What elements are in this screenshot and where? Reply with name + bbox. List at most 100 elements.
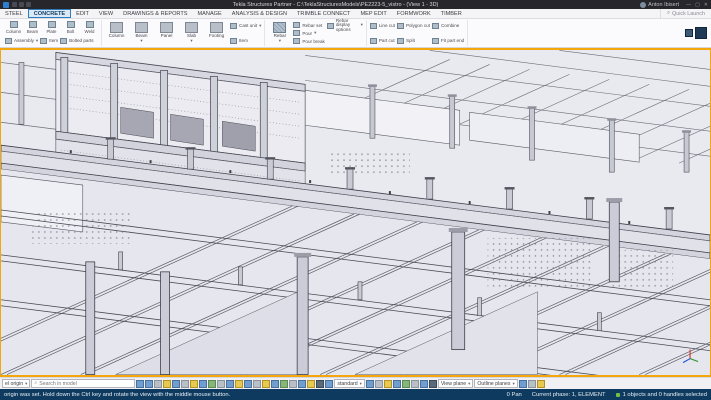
tab-formwork[interactable]: FORMWORK: [392, 9, 436, 18]
button-label: Item: [239, 38, 248, 43]
snap-any-icon[interactable]: [253, 380, 261, 388]
user-account[interactable]: Anton Ibisert: [640, 2, 679, 8]
select-components-icon[interactable]: [145, 380, 153, 388]
model-3d-view[interactable]: [1, 50, 710, 375]
snap-depth-icon[interactable]: [375, 380, 383, 388]
concrete-item-button[interactable]: Item: [230, 36, 261, 45]
ortho-toggle-icon[interactable]: [307, 380, 315, 388]
tab-timber[interactable]: TIMBER: [436, 9, 467, 18]
view-plane-combo[interactable]: View plane▾: [438, 379, 474, 388]
rebar-set-button[interactable]: Rebar set: [293, 21, 324, 29]
snap-settings-combo[interactable]: standard▾: [334, 379, 364, 388]
applications-components-icon[interactable]: [695, 27, 707, 39]
work-plane-icon[interactable]: [528, 380, 536, 388]
panel-icon: [160, 22, 173, 33]
select-welds-icon[interactable]: [190, 380, 198, 388]
tab-steel[interactable]: STEEL: [0, 9, 28, 18]
rebar-button[interactable]: Rebar▾: [268, 21, 291, 45]
combine-button[interactable]: Combine: [432, 21, 464, 30]
chevron-down-icon: ▾: [513, 381, 515, 387]
quick-launch[interactable]: ⌕ Quick Launch: [660, 9, 711, 18]
snap-endpoint-icon[interactable]: [262, 380, 270, 388]
pour-button[interactable]: Pour▾: [293, 29, 324, 37]
minimize-icon[interactable]: —: [686, 2, 691, 8]
select-all-icon[interactable]: [136, 380, 144, 388]
free-snap-icon[interactable]: [325, 380, 333, 388]
assembly-button[interactable]: Assembly▾: [5, 36, 38, 45]
search-input[interactable]: [39, 381, 127, 387]
bolted-parts-button[interactable]: Bolted parts: [60, 36, 94, 45]
select-grids-icon[interactable]: [181, 380, 189, 388]
direct-modification-icon[interactable]: [420, 380, 428, 388]
button-label: Pour break: [302, 39, 324, 44]
concrete-column-button[interactable]: Column: [105, 21, 128, 45]
wall-post: [19, 62, 24, 124]
smart-select-icon[interactable]: [411, 380, 419, 388]
model-search[interactable]: ⌕: [31, 379, 135, 388]
cast-unit-button[interactable]: Cast unit▾: [230, 21, 261, 30]
close-icon[interactable]: ✕: [704, 2, 708, 8]
snap-nearest-icon[interactable]: [244, 380, 252, 388]
model-viewport[interactable]: [0, 48, 711, 377]
current-phase: Current phase: 1, ELEMENT: [532, 392, 606, 398]
select-points-icon[interactable]: [172, 380, 180, 388]
save-icon[interactable]: [12, 2, 17, 7]
concrete-beam-button[interactable]: Beam▾: [130, 21, 153, 45]
snap-midpoint-icon[interactable]: [271, 380, 279, 388]
chevron-down-icon: ▾: [468, 381, 470, 387]
xsnap-icon[interactable]: [384, 380, 392, 388]
item-button[interactable]: Item: [40, 36, 58, 45]
tab-edit[interactable]: EDIT: [71, 9, 94, 18]
tab-view[interactable]: VIEW: [94, 9, 118, 18]
outline-planes-combo[interactable]: Outline planes▾: [474, 379, 517, 388]
combo-value: el origin: [5, 381, 23, 387]
flight-mode-icon[interactable]: [519, 380, 527, 388]
select-parts-icon[interactable]: [154, 380, 162, 388]
rebar-display-options-button[interactable]: Rebar display options▾: [327, 21, 363, 30]
tab-concrete[interactable]: CONCRETE: [28, 9, 71, 18]
tab-analysis-design[interactable]: ANALYSIS & DESIGN: [227, 9, 292, 18]
select-views-icon[interactable]: [217, 380, 225, 388]
snap-reference-icon[interactable]: [226, 380, 234, 388]
part-cut-button[interactable]: Part cut: [370, 36, 395, 45]
footing-button[interactable]: Footing: [205, 21, 228, 45]
pour-view-icon[interactable]: [429, 380, 437, 388]
bolted-parts-icon: [60, 38, 67, 44]
snap-toolbar: el origin▾ ⌕ standard▾: [0, 377, 711, 389]
select-bolts-icon[interactable]: [199, 380, 207, 388]
polygon-cut-button[interactable]: Polygon cut: [397, 21, 430, 30]
steel-column-button[interactable]: Column: [5, 21, 22, 34]
grid-snap-icon[interactable]: [316, 380, 324, 388]
weld-button[interactable]: Weld: [81, 21, 98, 34]
side-pane-icon[interactable]: [685, 29, 693, 37]
pour-break-button[interactable]: Pour break: [293, 37, 324, 45]
bolt-button[interactable]: Bolt: [62, 21, 79, 34]
snap-override-icon[interactable]: [366, 380, 374, 388]
undo-icon[interactable]: [19, 2, 24, 7]
line-cut-button[interactable]: Line cut: [370, 21, 395, 30]
button-label: Weld: [85, 29, 95, 34]
tab-mep-edit[interactable]: MEP EDIT: [355, 9, 391, 18]
drag-drop-icon[interactable]: [402, 380, 410, 388]
select-rebar-icon[interactable]: [208, 380, 216, 388]
snap-geometry-icon[interactable]: [235, 380, 243, 388]
slab-button[interactable]: Slab▾: [180, 21, 203, 45]
locked-coordinates-icon[interactable]: [393, 380, 401, 388]
split-button[interactable]: Split: [397, 36, 430, 45]
snap-extension-icon[interactable]: [298, 380, 306, 388]
fit-part-end-icon: [432, 38, 439, 44]
redo-icon[interactable]: [26, 2, 31, 7]
auto-rotate-icon[interactable]: [537, 380, 545, 388]
tab-manage[interactable]: MANAGE: [193, 9, 227, 18]
tab-trimble-connect[interactable]: TRIMBLE CONNECT: [292, 9, 355, 18]
tab-drawings-reports[interactable]: DRAWINGS & REPORTS: [118, 9, 192, 18]
select-surfaces-icon[interactable]: [163, 380, 171, 388]
panel-button[interactable]: Panel: [155, 21, 178, 45]
maximize-icon[interactable]: ▢: [695, 2, 700, 8]
origin-combo[interactable]: el origin▾: [2, 379, 30, 388]
snap-perpendicular-icon[interactable]: [289, 380, 297, 388]
snap-intersection-icon[interactable]: [280, 380, 288, 388]
fit-part-end-button[interactable]: Fit part end: [432, 36, 464, 45]
steel-plate-button[interactable]: Plate: [43, 21, 60, 34]
steel-beam-button[interactable]: Beam: [24, 21, 41, 34]
